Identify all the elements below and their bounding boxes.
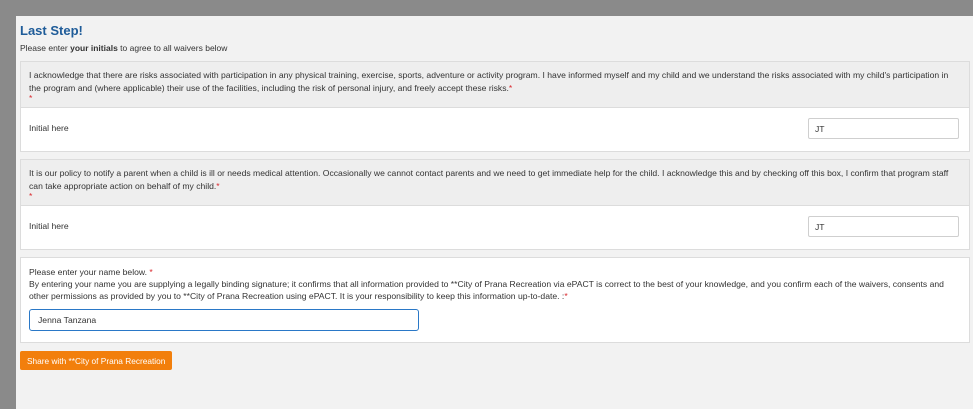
full-name-input[interactable] xyxy=(29,309,419,331)
required-marker: * xyxy=(216,180,220,191)
waiver-initial-row-2: Initial here xyxy=(20,205,970,250)
waiver-text-1: I acknowledge that there are risks assoc… xyxy=(20,61,970,107)
required-marker: * xyxy=(29,93,33,103)
waiver-text-2: It is our policy to notify a parent when… xyxy=(20,159,970,205)
waiver-text-1-body: I acknowledge that there are risks assoc… xyxy=(29,70,949,93)
signature-legal-body: By entering your name you are supplying … xyxy=(29,279,944,301)
initial-label-1: Initial here xyxy=(29,123,69,133)
page-title: Last Step! xyxy=(20,23,83,38)
waiver-text-2-body: It is our policy to notify a parent when… xyxy=(29,168,949,191)
waiver-initial-row-1: Initial here xyxy=(20,107,970,152)
signature-prompt: Please enter your name below. * xyxy=(29,266,961,278)
subtitle-text-post: to agree to all waivers below xyxy=(117,43,228,53)
page-subtitle: Please enter your initials to agree to a… xyxy=(20,43,970,54)
required-marker: * xyxy=(29,191,33,201)
subtitle-text-pre: Please enter xyxy=(20,43,71,53)
required-marker: * xyxy=(564,291,568,301)
required-marker: * xyxy=(508,82,513,93)
initial-input-2[interactable] xyxy=(808,216,959,237)
signature-prompt-text: Please enter your name below. xyxy=(29,267,150,277)
waiver-form: Last Step! Please enter your initials to… xyxy=(16,16,973,409)
signature-legal-text: By entering your name you are supplying … xyxy=(29,278,961,302)
initial-input-1[interactable] xyxy=(808,118,959,139)
required-marker: * xyxy=(149,267,153,277)
initial-label-2: Initial here xyxy=(29,221,69,231)
share-button[interactable]: Share with **City of Prana Recreation xyxy=(20,351,173,370)
signature-section: Please enter your name below. * By enter… xyxy=(20,257,970,343)
subtitle-text-bold: your initials xyxy=(70,43,118,53)
